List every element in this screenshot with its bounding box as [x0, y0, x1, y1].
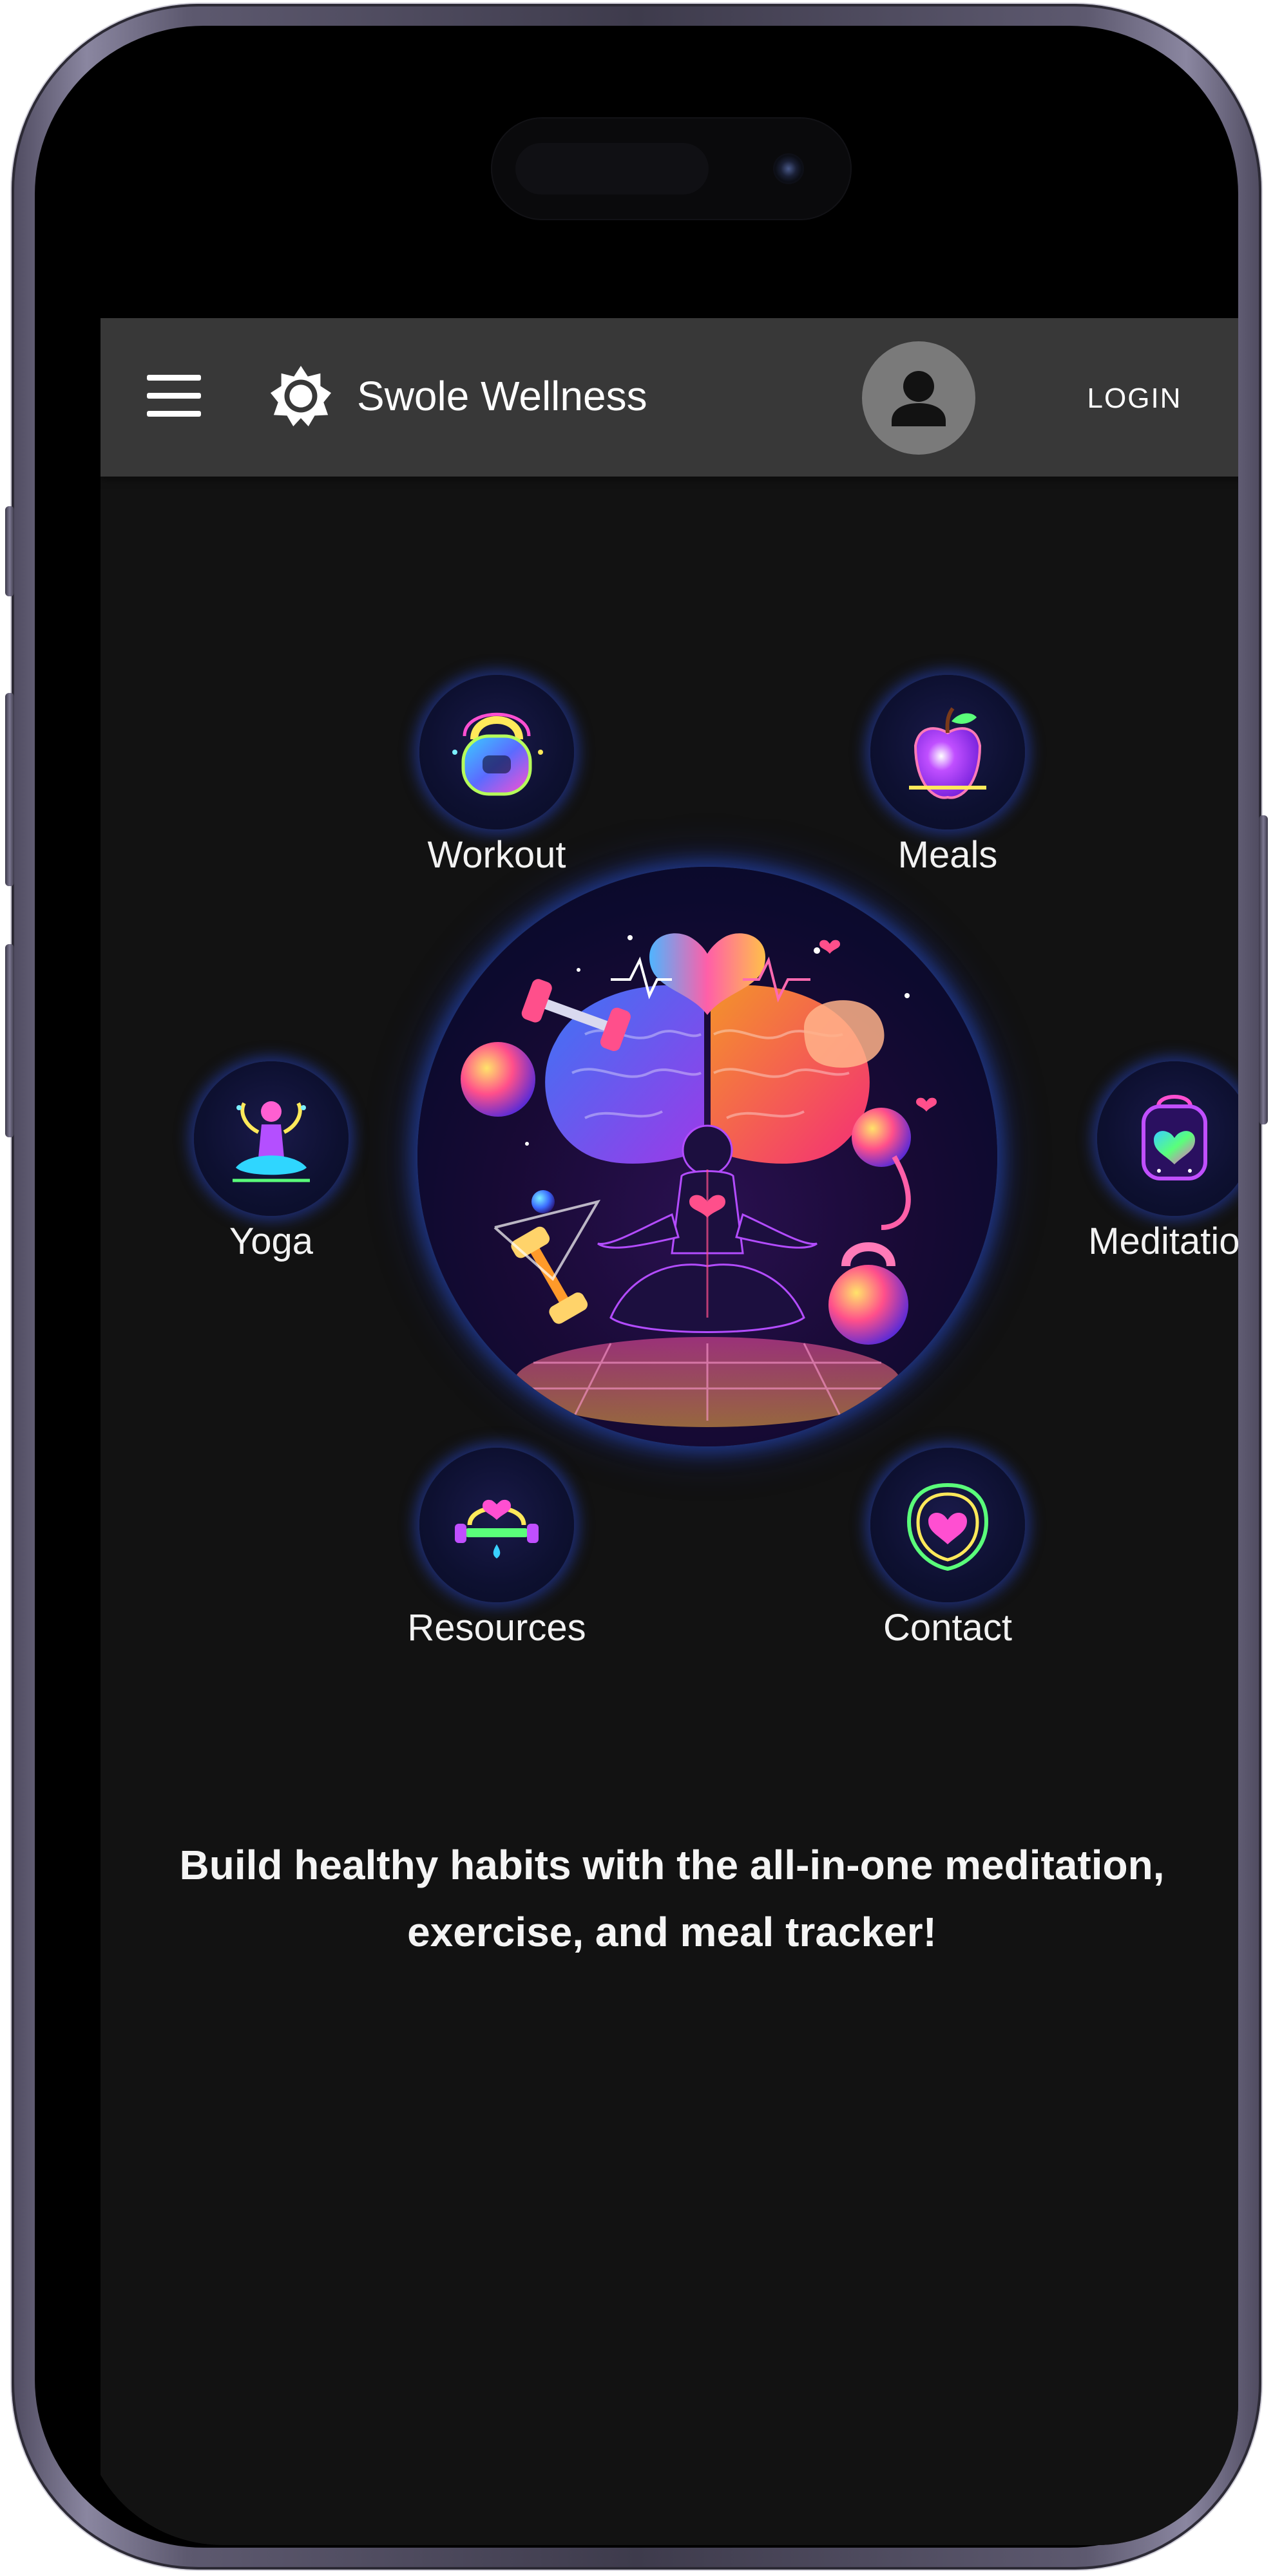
yoga-pose-icon-art	[233, 1101, 310, 1182]
camera-icon	[773, 153, 804, 184]
feature-resources[interactable]: Resources	[390, 1448, 603, 1654]
volume-up-button	[5, 693, 14, 886]
screen: Swole Wellness LOGIN Workout Meals Yoga …	[81, 72, 1238, 2545]
heart-scale-icon	[419, 1448, 574, 1602]
feature-label: Yoga	[229, 1220, 314, 1262]
menu-icon-bar	[147, 393, 201, 399]
menu-icon	[147, 375, 201, 381]
wellness-illustration	[417, 867, 997, 1446]
kettlebell-icon	[419, 675, 574, 829]
feature-workout[interactable]: Workout	[390, 675, 603, 881]
action-button	[5, 506, 14, 596]
power-button	[1259, 815, 1268, 1124]
apple-icon-art	[909, 707, 986, 799]
heart-badge-icon-art	[906, 1482, 989, 1571]
heart-badge-icon	[870, 1448, 1025, 1602]
feature-label: Meditation	[1088, 1220, 1238, 1262]
wellness-illustration-art	[461, 933, 937, 1427]
app-bar: Swole Wellness LOGIN	[100, 318, 1238, 477]
heart-scale-icon-art	[455, 1499, 539, 1558]
phone-frame: Swole Wellness LOGIN Workout Meals Yoga …	[5, 4, 1268, 2570]
kettlebell-icon-art	[452, 712, 543, 796]
heart-jar-icon-art	[1142, 1095, 1207, 1180]
volume-down-button	[5, 944, 14, 1137]
feature-label: Resources	[407, 1607, 586, 1649]
feature-label: Contact	[883, 1607, 1012, 1649]
feature-label: Workout	[427, 834, 566, 876]
menu-icon-bar	[147, 411, 201, 417]
feature-yoga[interactable]: Yoga	[165, 1061, 378, 1267]
login-button[interactable]: LOGIN	[1054, 370, 1215, 428]
apple-icon	[870, 675, 1025, 829]
heart-jar-icon	[1097, 1061, 1238, 1216]
app-title: Swole Wellness	[357, 373, 647, 419]
app-screen: Swole Wellness LOGIN Workout Meals Yoga …	[100, 318, 1238, 2545]
dynamic-island	[491, 117, 852, 220]
account-avatar-button[interactable]	[862, 341, 975, 455]
gear-icon	[270, 365, 332, 427]
person-icon	[892, 371, 946, 426]
bezel: Swole Wellness LOGIN Workout Meals Yoga …	[35, 26, 1238, 2548]
feature-meditation[interactable]: Meditation	[1068, 1061, 1238, 1267]
menu-button[interactable]	[147, 375, 201, 417]
feature-label: Meals	[897, 834, 998, 876]
feature-contact[interactable]: Contact	[841, 1448, 1054, 1654]
tagline: Build healthy habits with the all-in-one…	[179, 1842, 1165, 1955]
yoga-pose-icon	[194, 1061, 349, 1216]
feature-meals[interactable]: Meals	[841, 675, 1054, 881]
sensor-pill	[515, 143, 709, 194]
